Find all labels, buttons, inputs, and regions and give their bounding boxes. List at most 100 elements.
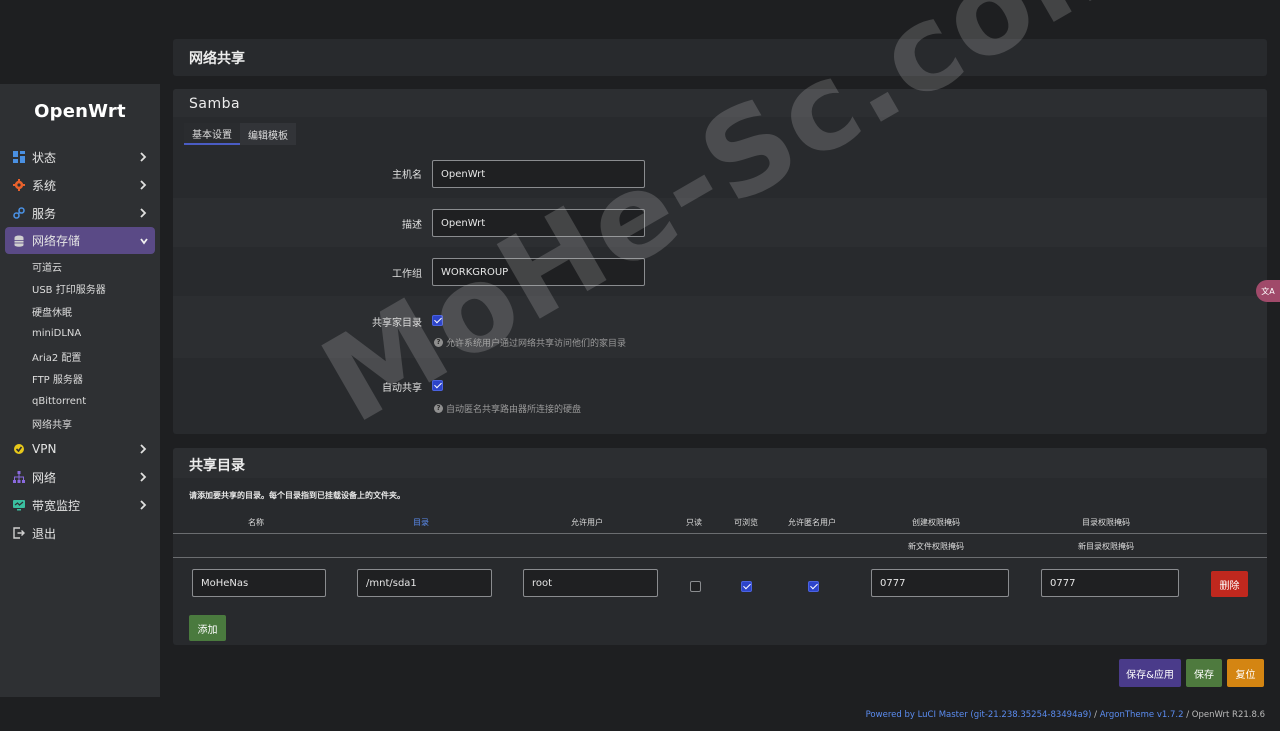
footer-version: / OpenWrt R21.8.6 [1183, 710, 1265, 720]
add-button[interactable]: 添加 [189, 615, 226, 641]
col-header-guest: 允许匿名用户 [788, 518, 836, 527]
form-row-description: 描述 [173, 198, 1267, 247]
workgroup-input[interactable] [432, 258, 645, 286]
shares-title: 共享目录 [189, 458, 245, 474]
delete-button[interactable]: 删除 [1211, 571, 1248, 597]
autoshare-help-text: 自动匿名共享路由器所连接的硬盘 [446, 405, 582, 415]
sidebar-item-label: 状态 [32, 150, 57, 165]
col-header-users: 允许用户 [571, 518, 603, 527]
submenu-item-disk-sleep[interactable]: 硬盘休眠 [0, 300, 160, 323]
hostname-input[interactable] [432, 160, 645, 188]
sidebar-item-label: 服务 [32, 206, 57, 221]
col-header-name: 名称 [248, 518, 264, 527]
sidebar-item-network[interactable]: 网络 [0, 463, 160, 491]
submenu-item-ftp[interactable]: FTP 服务器 [0, 368, 160, 391]
chevron-right-icon [140, 500, 147, 510]
database-icon [14, 235, 24, 247]
hostname-label: 主机名 [392, 170, 422, 181]
sidebar-submenu: 可道云 USB 打印服务器 硬盘休眠 miniDLNA Aria2 配置 FTP… [0, 254, 160, 435]
sidebar-item-label: 网络存储 [32, 234, 81, 248]
samba-title: Samba [189, 96, 241, 112]
col-header-create-mask: 创建权限掩码 [912, 518, 960, 527]
submenu-item-kodcloud[interactable]: 可道云 [0, 255, 160, 278]
sidebar-item-logout[interactable]: 退出 [0, 519, 160, 547]
sidebar-item-label: 退出 [32, 526, 57, 541]
sidebar-item-status[interactable]: 状态 [0, 143, 160, 171]
samba-section: Samba 基本设置 编辑模板 主机名 描述 工作组 共享家目录 ? 允许系统用… [173, 89, 1267, 434]
share-homes-help: ? 允许系统用户通过网络共享访问他们的家目录 [434, 336, 626, 349]
form-row-hostname: 主机名 [173, 149, 1267, 198]
share-create-mask-input[interactable] [871, 569, 1009, 597]
autoshare-label: 自动共享 [382, 383, 422, 394]
col-header-path[interactable]: 目录 [413, 517, 429, 528]
tab-basic-settings[interactable]: 基本设置 [184, 123, 240, 145]
chevron-right-icon [140, 444, 147, 454]
col-header-dir-mask: 目录权限掩码 [1082, 518, 1130, 527]
sidebar-item-bandwidth[interactable]: 带宽监控 [0, 491, 160, 519]
logout-icon [13, 527, 25, 539]
link-icon [13, 207, 25, 219]
page-title: 网络共享 [189, 51, 245, 67]
sidebar-item-label: 带宽监控 [32, 498, 81, 513]
form-row-workgroup: 工作组 [173, 247, 1267, 296]
share-dir-mask-input[interactable] [1041, 569, 1179, 597]
sidebar-item-services[interactable]: 服务 [0, 199, 160, 227]
footer-luci-link[interactable]: Powered by LuCI Master (git-21.238.35254… [866, 710, 1092, 720]
chevron-right-icon [140, 208, 147, 218]
footer: Powered by LuCI Master (git-21.238.35254… [866, 710, 1265, 720]
submenu-item-network-share[interactable]: 网络共享 [0, 413, 160, 436]
sidebar-item-label: VPN [32, 442, 57, 456]
chevron-right-icon [140, 180, 147, 190]
submenu-item-aria2[interactable]: Aria2 配置 [0, 345, 160, 368]
chevron-right-icon [140, 152, 147, 162]
table-divider [173, 533, 1267, 534]
dashboard-icon [13, 151, 25, 163]
save-apply-button[interactable]: 保存&应用 [1119, 659, 1181, 687]
sidebar-item-nas[interactable]: 网络存储 [5, 227, 155, 254]
autoshare-help: ? 自动匿名共享路由器所连接的硬盘 [434, 402, 581, 415]
col-header-new-file-mask: 新文件权限掩码 [908, 542, 964, 551]
translate-icon[interactable]: 文A [1256, 280, 1280, 302]
share-readonly-checkbox[interactable] [690, 581, 701, 592]
sidebar-item-label: 网络 [32, 470, 57, 485]
form-row-share-homes: 共享家目录 ? 允许系统用户通过网络共享访问他们的家目录 [173, 296, 1267, 358]
chevron-right-icon [140, 472, 147, 482]
share-homes-label: 共享家目录 [372, 318, 422, 329]
form-row-autoshare: 自动共享 ? 自动匿名共享路由器所连接的硬盘 [173, 358, 1267, 424]
sidebar-menu: 状态 系统 服务 网络存储 可道云 USB 打印服务器 硬盘休眠 miniDLN… [0, 143, 160, 547]
sidebar-item-label: 系统 [32, 178, 57, 193]
share-homes-checkbox[interactable] [432, 315, 443, 326]
save-button[interactable]: 保存 [1186, 659, 1222, 687]
share-path-input[interactable] [357, 569, 492, 597]
help-icon: ? [434, 404, 443, 413]
sidebar-item-system[interactable]: 系统 [0, 171, 160, 199]
help-icon: ? [434, 338, 443, 347]
tab-edit-template[interactable]: 编辑模板 [240, 123, 296, 145]
footer-separator: / [1091, 710, 1100, 720]
network-icon [13, 471, 25, 483]
footer-theme-link[interactable]: ArgonTheme v1.7.2 [1100, 710, 1184, 720]
monitor-icon [13, 500, 25, 511]
description-input[interactable] [432, 209, 645, 237]
chevron-down-icon [140, 238, 148, 245]
samba-header: Samba [173, 89, 1267, 117]
share-browseable-checkbox[interactable] [741, 581, 752, 592]
app-logo[interactable]: OpenWrt [0, 101, 160, 122]
shares-section: 共享目录 请添加要共享的目录。每个目录指到已挂载设备上的文件夹。 名称 目录 允… [173, 448, 1267, 645]
samba-tabs: 基本设置 编辑模板 [184, 123, 296, 145]
description-label: 描述 [402, 220, 422, 231]
page-header: 网络共享 [173, 39, 1267, 76]
share-guest-checkbox[interactable] [808, 581, 819, 592]
submenu-item-usb-printer[interactable]: USB 打印服务器 [0, 278, 160, 301]
col-header-browseable: 可浏览 [734, 518, 758, 527]
submenu-item-qbittorrent[interactable]: qBittorrent [0, 390, 160, 413]
autoshare-checkbox[interactable] [432, 380, 443, 391]
share-homes-help-text: 允许系统用户通过网络共享访问他们的家目录 [446, 339, 627, 349]
reset-button[interactable]: 复位 [1227, 659, 1264, 687]
table-divider [173, 557, 1267, 558]
gear-icon [13, 179, 25, 191]
submenu-item-minidlna[interactable]: miniDLNA [0, 323, 160, 346]
share-name-input[interactable] [192, 569, 326, 597]
sidebar-item-vpn[interactable]: VPN [0, 435, 160, 463]
share-users-input[interactable] [523, 569, 658, 597]
